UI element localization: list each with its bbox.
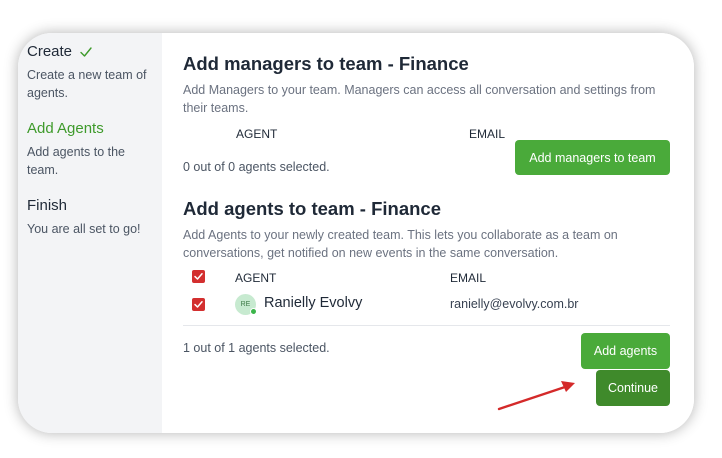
agents-table: AGENT EMAIL RE Ranielly Evolvy ranielly@…: [183, 268, 670, 326]
checkbox-checked-icon: [194, 301, 203, 308]
managers-footer: 0 out of 0 agents selected. Add managers…: [183, 140, 670, 196]
managers-description: Add Managers to your team. Managers can …: [183, 83, 656, 115]
agents-title: Add agents to team - Finance: [183, 198, 442, 219]
step-add-agents: Add Agents Add agents to the team.: [27, 120, 162, 179]
red-arrow-annotation: [497, 381, 575, 411]
agents-email-column: EMAIL: [450, 271, 487, 285]
agents-table-header: AGENT EMAIL: [183, 268, 670, 294]
checkbox-checked-icon: [194, 273, 203, 280]
step-create-title: Create: [27, 43, 162, 60]
agent-email: ranielly@evolvy.com.br: [450, 297, 579, 311]
online-status-dot: [250, 308, 257, 315]
agent-name: Ranielly Evolvy: [264, 295, 363, 311]
step-finish: Finish You are all set to go!: [27, 197, 162, 238]
step-create-label: Create: [27, 43, 73, 60]
managers-section: Add managers to team - Finance Add Manag…: [183, 53, 670, 196]
step-finish-title: Finish: [27, 197, 68, 214]
step-add-agents-title: Add Agents: [27, 120, 104, 137]
agents-section: Add agents to team - Finance Add Agents …: [183, 198, 670, 406]
avatar-initials: RE: [240, 301, 251, 308]
agents-agent-column: AGENT: [235, 271, 277, 285]
managers-agent-column: AGENT: [236, 127, 278, 141]
managers-email-column: EMAIL: [469, 127, 506, 141]
step-add-agents-description: Add agents to the team.: [27, 145, 125, 177]
managers-selected-count: 0 out of 0 agents selected.: [183, 160, 330, 174]
check-icon: [80, 46, 92, 57]
wizard-steps-sidebar: Create Create a new team of agents. Add …: [18, 33, 162, 433]
continue-button[interactable]: Continue: [596, 370, 670, 406]
add-managers-button[interactable]: Add managers to team: [515, 140, 670, 175]
agent-row-checkbox[interactable]: [192, 298, 205, 311]
step-finish-description: You are all set to go!: [27, 222, 141, 236]
wizard-content: Add managers to team - Finance Add Manag…: [162, 33, 694, 433]
agents-footer: 1 out of 1 agents selected. Add agents C…: [183, 326, 670, 406]
wizard-window: Create Create a new team of agents. Add …: [18, 33, 694, 433]
step-create-description: Create a new team of agents.: [27, 68, 147, 100]
agents-selected-count: 1 out of 1 agents selected.: [183, 341, 330, 355]
step-create: Create Create a new team of agents.: [27, 43, 162, 102]
table-row: RE Ranielly Evolvy ranielly@evolvy.com.b…: [183, 294, 670, 326]
add-agents-button[interactable]: Add agents: [581, 333, 670, 369]
agents-description: Add Agents to your newly created team. T…: [183, 228, 618, 260]
select-all-checkbox[interactable]: [192, 270, 205, 283]
avatar: RE: [235, 294, 257, 315]
managers-title: Add managers to team - Finance: [183, 53, 469, 74]
